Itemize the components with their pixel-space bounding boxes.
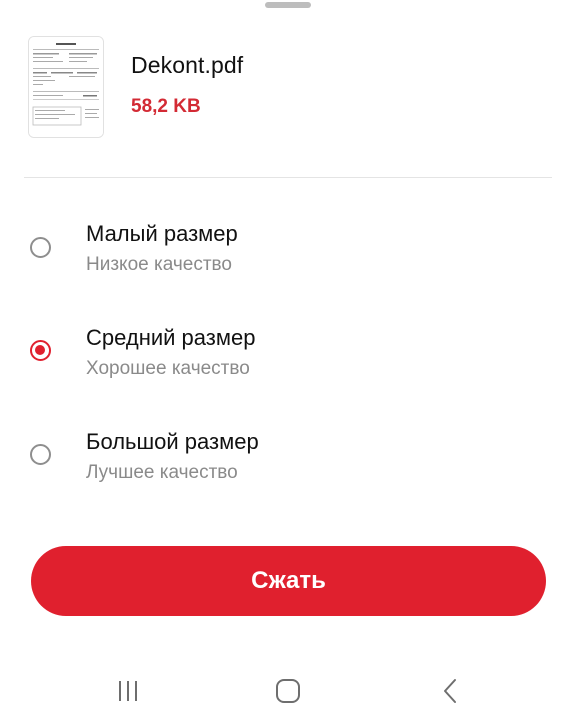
- option-medium-size[interactable]: Средний размер Хорошее качество: [0, 310, 576, 390]
- option-small-size[interactable]: Малый размер Низкое качество: [0, 206, 576, 286]
- option-title: Средний размер: [86, 325, 256, 350]
- radio-button-selected[interactable]: [30, 340, 51, 361]
- option-subtitle: Низкое качество: [86, 254, 232, 275]
- home-icon[interactable]: [268, 676, 308, 706]
- compress-button[interactable]: Сжать: [31, 546, 546, 616]
- file-size: 58,2 KB: [131, 96, 201, 117]
- option-title: Большой размер: [86, 429, 259, 454]
- option-subtitle: Хорошее качество: [86, 358, 250, 379]
- compress-sheet: Dekont.pdf 58,2 KB Малый размер Низкое к…: [0, 0, 576, 718]
- option-title: Малый размер: [86, 221, 238, 246]
- file-name: Dekont.pdf: [131, 52, 244, 78]
- radio-button[interactable]: [30, 444, 51, 465]
- pdf-preview-thumbnail: [28, 36, 104, 138]
- option-large-size[interactable]: Большой размер Лучшее качество: [0, 414, 576, 494]
- divider: [24, 177, 552, 178]
- recent-apps-icon[interactable]: [108, 676, 148, 706]
- option-subtitle: Лучшее качество: [86, 462, 238, 483]
- drag-handle[interactable]: [265, 2, 311, 8]
- radio-button[interactable]: [30, 237, 51, 258]
- back-icon[interactable]: [430, 676, 470, 706]
